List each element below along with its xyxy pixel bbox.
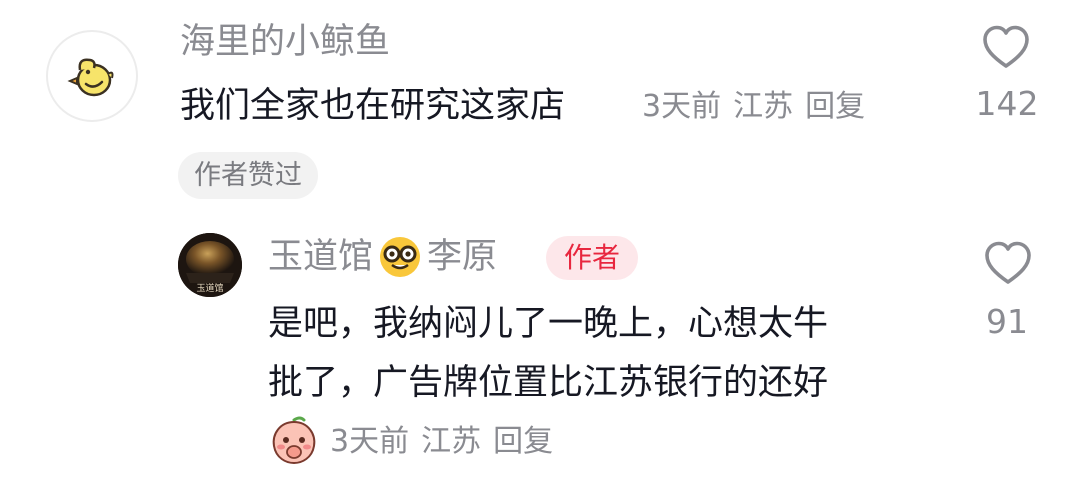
heart-icon[interactable] [983, 240, 1033, 286]
avatar-image: 玉道馆 [178, 233, 242, 297]
reply-button[interactable]: 回复 [493, 424, 553, 459]
reply-username-part1: 玉道馆 [268, 237, 374, 277]
reply-text: 是吧，我纳闷儿了一晚上，心想太牛 批了，广告牌位置比江苏银行的还好 [268, 295, 948, 413]
avatar[interactable] [46, 30, 138, 122]
heart-icon[interactable] [981, 24, 1031, 70]
reply-meta: 3天前 江苏 回复 [330, 419, 565, 465]
reply-text-line: 是吧，我纳闷儿了一晚上，心想太牛 [268, 304, 829, 344]
yellow-chick-icon [67, 58, 114, 97]
peach-face-sticker [272, 416, 316, 465]
comment-location: 江苏 [733, 89, 794, 124]
reply-username-part2: 李原 [427, 237, 498, 277]
avatar-text: 玉道馆 [196, 282, 223, 294]
nerd-face-emoji [380, 237, 421, 277]
comment-username[interactable]: 海里的小鲸鱼 [180, 17, 390, 67]
like-count: 91 [986, 302, 1028, 341]
author-liked-badge: 作者赞过 [178, 152, 318, 199]
reply-location: 江苏 [421, 424, 482, 459]
avatar[interactable]: 玉道馆 [178, 233, 242, 297]
author-tag: 作者 [546, 236, 639, 280]
reply-username[interactable]: 玉道馆 李原 [268, 232, 497, 282]
comment-text: 我们全家也在研究这家店 [180, 86, 566, 126]
reply-text-line: 批了，广告牌位置比江苏银行的还好 [268, 363, 829, 403]
like-count: 142 [975, 84, 1039, 123]
reply-button[interactable]: 回复 [805, 89, 865, 124]
comment-meta: 3天前 江苏 回复 [642, 84, 877, 130]
comment-time: 3天前 [642, 89, 722, 124]
reply-time: 3天前 [330, 424, 410, 459]
